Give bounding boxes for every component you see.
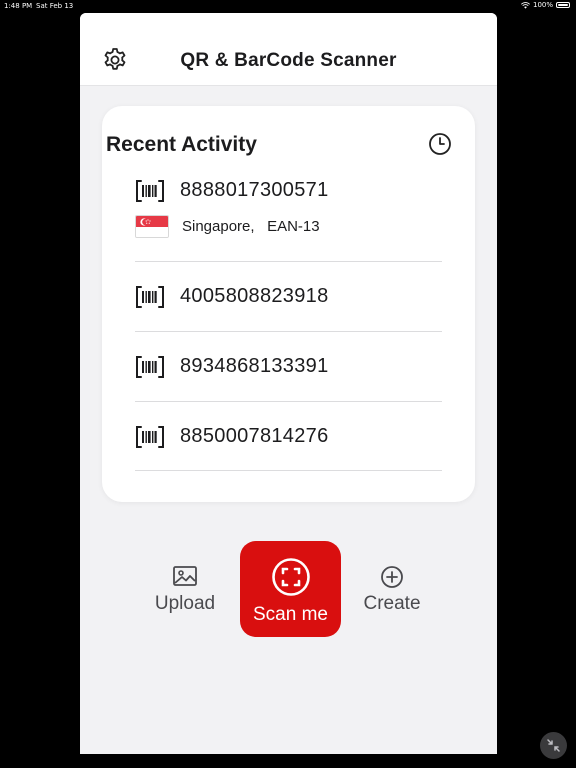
status-time: 1:48 PM: [4, 2, 33, 10]
barcode-icon: [136, 426, 164, 448]
wifi-icon: [521, 1, 530, 9]
list-item[interactable]: 8850007814276: [135, 425, 442, 450]
barcode-icon: [136, 286, 164, 308]
status-indicators: 100%: [521, 1, 570, 9]
barcode-format: EAN-13: [267, 218, 320, 235]
barcode-value: 8888017300571: [180, 179, 329, 201]
plus-circle-icon: [381, 566, 403, 588]
battery-icon: [556, 2, 570, 8]
list-item[interactable]: 4005808823918: [135, 285, 442, 310]
collapse-arrows-icon: [547, 739, 560, 752]
upload-button[interactable]: Upload: [144, 565, 226, 617]
clock-icon[interactable]: [427, 131, 453, 157]
barcode-value: 4005808823918: [180, 285, 329, 307]
crescent-stars: [140, 218, 151, 226]
barcode-icon: [136, 180, 164, 202]
battery-percent: 100%: [532, 1, 553, 9]
collapse-button[interactable]: [540, 732, 567, 759]
barcode-value: 8850007814276: [180, 425, 329, 447]
status-bar: 1:48 PM Sat Feb 13 100%: [0, 0, 576, 12]
image-icon: [173, 566, 197, 586]
recent-activity-title: Recent Activity: [106, 133, 257, 156]
barcode-country: Singapore,: [182, 218, 255, 235]
scan-button[interactable]: Scan me: [240, 541, 341, 637]
divider: [135, 261, 442, 262]
create-button[interactable]: Create: [352, 565, 432, 617]
divider: [135, 470, 442, 471]
app-window: QR & BarCode Scanner Recent Activity 888…: [80, 13, 497, 754]
singapore-flag-icon: [135, 215, 169, 238]
scan-frame-icon: [272, 558, 310, 596]
navigation-bar: QR & BarCode Scanner: [80, 13, 497, 86]
barcode-country-format: Singapore, EAN-13: [182, 218, 320, 235]
barcode-value: 8934868133391: [180, 355, 329, 377]
page-title: QR & BarCode Scanner: [180, 50, 397, 71]
barcode-meta: Singapore, EAN-13: [135, 215, 435, 241]
divider: [135, 331, 442, 332]
upload-label: Upload: [154, 593, 216, 614]
divider: [135, 401, 442, 402]
barcode-icon: [136, 356, 164, 378]
create-label: Create: [363, 593, 421, 614]
scan-label: Scan me: [253, 604, 328, 625]
status-date: Sat Feb 13: [36, 2, 74, 10]
list-item[interactable]: 8934868133391: [135, 355, 442, 380]
